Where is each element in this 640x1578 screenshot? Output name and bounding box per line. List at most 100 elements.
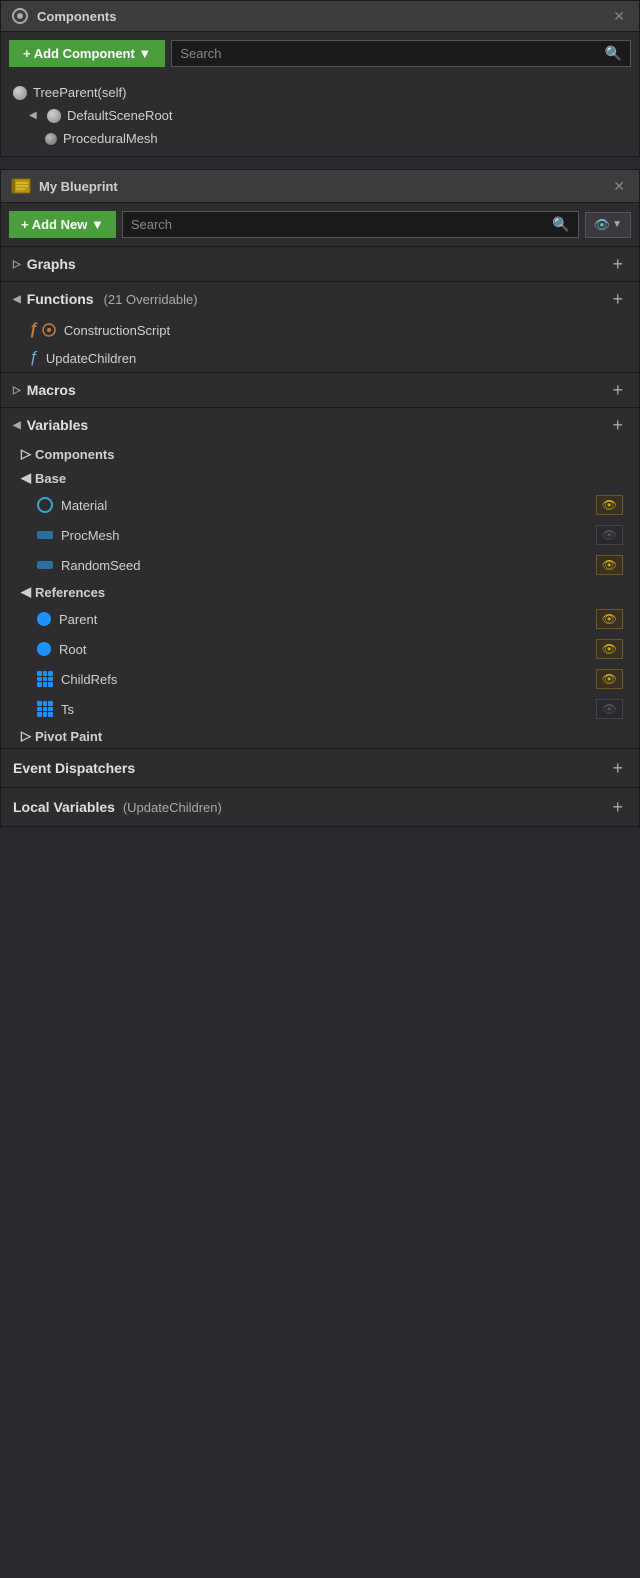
procmesh-type-icon <box>37 531 53 539</box>
local-variables-add-button[interactable]: + <box>608 798 627 816</box>
treeparent-sphere-icon <box>13 86 27 100</box>
constructionscript-gear-icon <box>42 323 56 337</box>
blueprint-search-icon: 🔍 <box>552 216 569 233</box>
var-item-ts[interactable]: Ts 👁 <box>1 694 639 724</box>
material-label: Material <box>61 498 588 513</box>
var-group-components[interactable]: ▷ Components <box>1 442 639 466</box>
tree-item-treeparent[interactable]: TreeParent(self) <box>1 81 639 104</box>
graphs-label: Graphs <box>27 256 76 272</box>
var-item-procmesh[interactable]: ProcMesh 👁 <box>1 520 639 550</box>
local-variables-title-container: Local Variables (UpdateChildren) <box>13 799 222 815</box>
defaultsceneroot-sphere-icon <box>47 109 61 123</box>
tree-item-proceduralmesh[interactable]: ProceduralMesh <box>1 127 639 150</box>
macros-arrow-icon: ▷ <box>13 385 21 396</box>
functions-section: ◀ Functions (21 Overridable) + ƒ Constru… <box>1 281 639 372</box>
blueprint-panel-title: My Blueprint <box>11 176 118 196</box>
add-new-button[interactable]: + Add New ▼ <box>9 211 116 238</box>
blueprint-close-button[interactable]: ✕ <box>609 178 629 195</box>
root-visibility-button[interactable]: 👁 <box>596 639 623 659</box>
blueprint-book-icon <box>11 176 31 196</box>
var-group-components-label: Components <box>35 447 114 462</box>
local-variables-subtitle: (UpdateChildren) <box>123 800 222 815</box>
var-group-references-label: References <box>35 585 105 600</box>
var-group-pivot-paint[interactable]: ▷ Pivot Paint <box>1 724 639 748</box>
constructionscript-label: ConstructionScript <box>64 323 170 338</box>
treeparent-label: TreeParent(self) <box>33 85 126 100</box>
var-item-childrefs[interactable]: ChildRefs 👁 <box>1 664 639 694</box>
macros-section-title-container: ▷ Macros <box>13 382 76 398</box>
variables-section-title-container: ◀ Variables <box>13 417 88 433</box>
variables-label: Variables <box>27 417 89 433</box>
var-item-root[interactable]: Root 👁 <box>1 634 639 664</box>
parent-eye-icon: 👁 <box>602 612 617 626</box>
blueprint-panel-header: My Blueprint ✕ <box>1 170 639 203</box>
ts-label: Ts <box>61 702 588 717</box>
ts-eye-icon: 👁 <box>602 702 617 716</box>
var-item-randomseed[interactable]: RandomSeed 👁 <box>1 550 639 580</box>
parent-label: Parent <box>59 612 588 627</box>
procmesh-visibility-button[interactable]: 👁 <box>596 525 623 545</box>
blueprint-panel: My Blueprint ✕ + Add New ▼ 🔍 👁 ▼ ▷ Graph… <box>0 169 640 827</box>
graphs-section-title-container: ▷ Graphs <box>13 256 76 272</box>
components-tree: TreeParent(self) ◀ DefaultSceneRoot Proc… <box>1 75 639 156</box>
parent-visibility-button[interactable]: 👁 <box>596 609 623 629</box>
tree-item-defaultsceneroot[interactable]: ◀ DefaultSceneRoot <box>1 104 639 127</box>
material-visibility-button[interactable]: 👁 <box>596 495 623 515</box>
var-group-base-arrow: ◀ <box>21 470 31 486</box>
graphs-arrow-icon: ▷ <box>13 259 21 270</box>
variables-arrow-icon: ◀ <box>13 420 21 431</box>
local-variables-section: Local Variables (UpdateChildren) + <box>1 787 639 826</box>
randomseed-label: RandomSeed <box>61 558 588 573</box>
functions-section-title-container: ◀ Functions (21 Overridable) <box>13 291 198 307</box>
function-item-constructionscript[interactable]: ƒ ConstructionScript <box>1 316 639 344</box>
blueprint-eye-icon: 👁 <box>594 217 611 233</box>
macros-add-button[interactable]: + <box>608 381 627 399</box>
components-toolbar: + Add Component ▼ 🔍 <box>1 32 639 75</box>
root-type-icon <box>37 642 51 656</box>
event-dispatchers-add-button[interactable]: + <box>608 759 627 777</box>
event-dispatchers-label: Event Dispatchers <box>13 760 135 776</box>
functions-add-button[interactable]: + <box>608 290 627 308</box>
graphs-section-header[interactable]: ▷ Graphs + <box>1 247 639 281</box>
blueprint-search-input[interactable] <box>131 217 546 232</box>
graphs-add-button[interactable]: + <box>608 255 627 273</box>
updatechildren-icon: ƒ <box>29 349 38 367</box>
components-title-text: Components <box>37 9 116 24</box>
var-group-base[interactable]: ◀ Base <box>1 466 639 490</box>
local-variables-header[interactable]: Local Variables (UpdateChildren) + <box>1 788 639 826</box>
proceduralmesh-label: ProceduralMesh <box>63 131 158 146</box>
blueprint-search-box: 🔍 <box>122 211 579 238</box>
childrefs-visibility-button[interactable]: 👁 <box>596 669 623 689</box>
components-close-button[interactable]: ✕ <box>609 8 629 25</box>
variables-add-button[interactable]: + <box>608 416 627 434</box>
randomseed-eye-icon: 👁 <box>602 558 617 572</box>
childrefs-eye-icon: 👁 <box>602 672 617 686</box>
event-dispatchers-header[interactable]: Event Dispatchers + <box>1 749 639 787</box>
function-item-updatechildren[interactable]: ƒ UpdateChildren <box>1 344 639 372</box>
var-item-parent[interactable]: Parent 👁 <box>1 604 639 634</box>
components-panel-title: Components <box>11 7 116 25</box>
childrefs-type-icon <box>37 671 53 687</box>
var-group-components-arrow: ▷ <box>21 446 31 462</box>
components-icon <box>11 7 29 25</box>
var-item-material[interactable]: Material 👁 <box>1 490 639 520</box>
macros-section-header[interactable]: ▷ Macros + <box>1 373 639 407</box>
variables-section-header[interactable]: ◀ Variables + <box>1 408 639 442</box>
var-group-references-arrow: ◀ <box>21 584 31 600</box>
components-search-input[interactable] <box>180 46 598 61</box>
root-label: Root <box>59 642 588 657</box>
var-group-references[interactable]: ◀ References <box>1 580 639 604</box>
blueprint-visibility-toggle[interactable]: 👁 ▼ <box>585 212 631 238</box>
procmesh-eye-icon: 👁 <box>602 528 617 542</box>
functions-subtitle: (21 Overridable) <box>104 292 198 307</box>
randomseed-visibility-button[interactable]: 👁 <box>596 555 623 575</box>
childrefs-label: ChildRefs <box>61 672 588 687</box>
functions-section-header[interactable]: ◀ Functions (21 Overridable) + <box>1 282 639 316</box>
macros-label: Macros <box>27 382 76 398</box>
components-search-icon: 🔍 <box>605 45 622 62</box>
ts-visibility-button[interactable]: 👁 <box>596 699 623 719</box>
defaultsceneroot-label: DefaultSceneRoot <box>67 108 173 123</box>
add-component-button[interactable]: + Add Component ▼ <box>9 40 165 67</box>
parent-type-icon <box>37 612 51 626</box>
components-panel: Components ✕ + Add Component ▼ 🔍 TreePar… <box>0 0 640 157</box>
